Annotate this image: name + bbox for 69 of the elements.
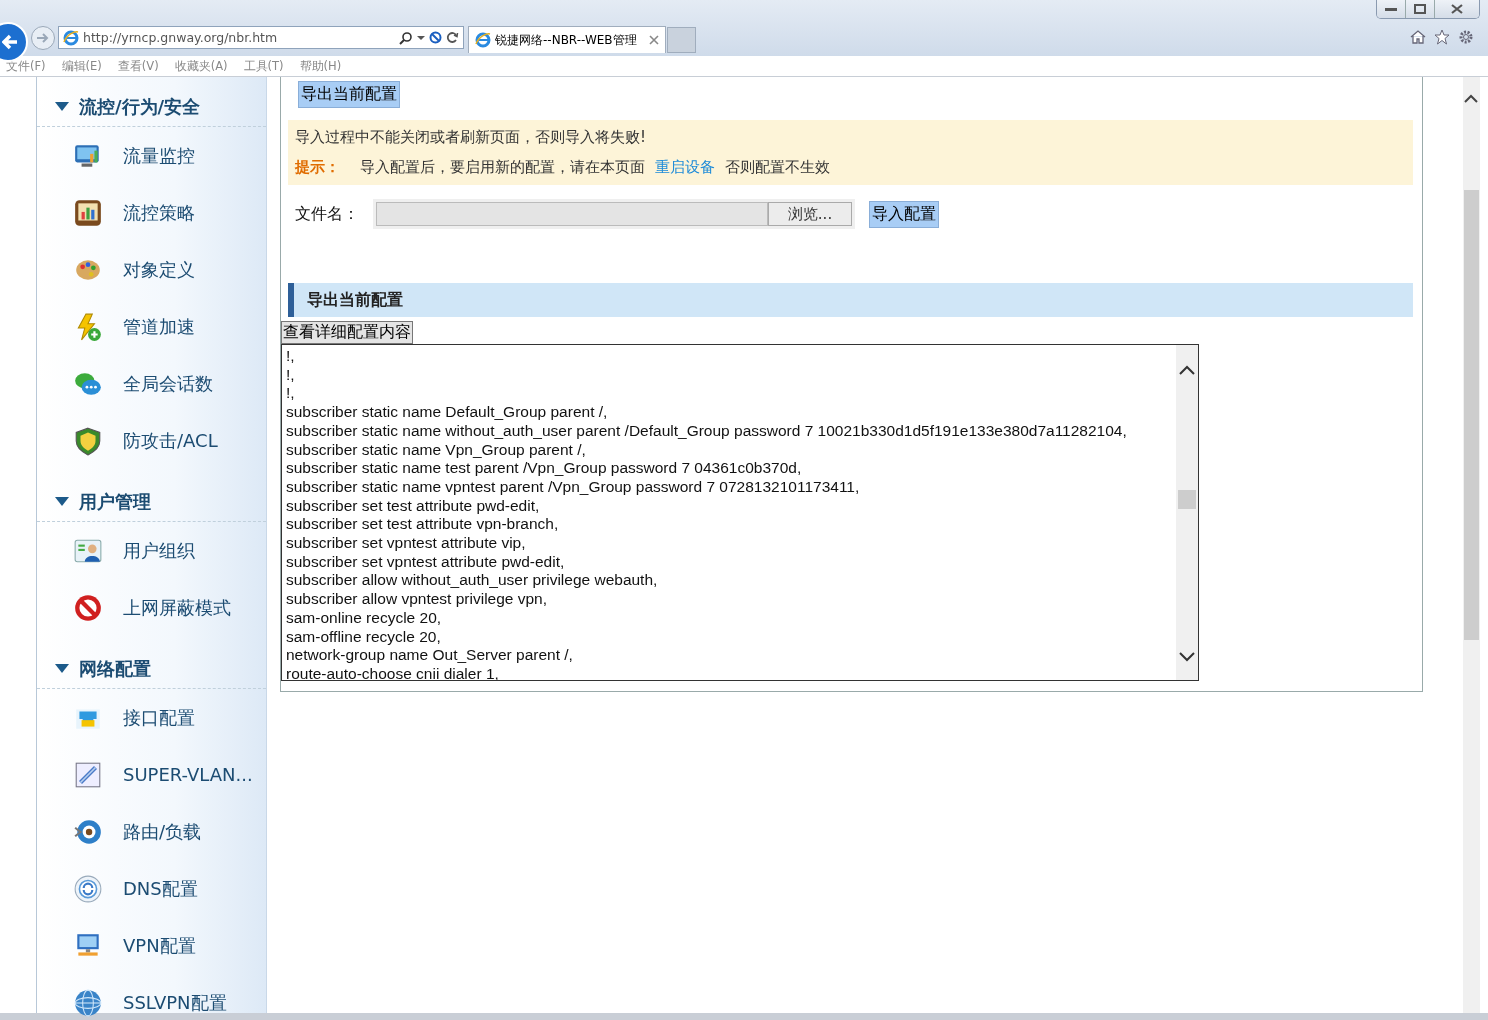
sidebar-item[interactable]: 流控策略 [37,184,266,241]
sidebar-item[interactable]: 全局会话数 [37,355,266,412]
menu-item[interactable]: 帮助(H) [299,58,350,74]
close-icon[interactable] [649,35,659,45]
sidebar-item[interactable]: DNS配置 [37,860,266,917]
menu-item[interactable]: 查看(V) [117,58,167,74]
chevron-up-icon[interactable] [1464,93,1478,103]
view-config-button[interactable]: 查看详细配置内容 [281,321,413,344]
import-config-button[interactable]: 导入配置 [869,200,939,228]
sidebar-group-header[interactable]: 用户管理 [37,482,266,522]
sidebar-item[interactable]: 防攻击/ACL [37,412,266,469]
sidebar-item[interactable]: SSLVPN配置 [37,974,266,1020]
address-bar[interactable]: http://yrncp.gnway.org/nbr.htm [58,26,464,49]
browser-tab[interactable]: 锐捷网络--NBR--WEB管理 [468,26,666,53]
sidebar-item[interactable]: VPN配置 [37,917,266,974]
config-text-area[interactable]: !, !, !, subscriber static name Default_Group parent /, subscriber static name without_auth_user parent /Default_Group password 7 10021b330d1d5f191e133e380d7a11282104, subscriber static name Vpn_Group parent /, subscriber static name test parent /Vpn_Group password 7 04361c0b370d, subscriber static name vpntest parent /Vpn_Group password 7 0728132101173411, subscriber set test attribute pwd-edit, subscriber set test attribute vpn-branch, subscriber set vpntest attribute vip, subscriber set vpntest attribute pwd-edit, subscriber allow without_auth_user privilege webauth, subscriber allow vpntest privilege vpn, sam-online recycle 20, sam-offline recycle 20, network-group name Out_Server parent /, route-auto-choose cnii dialer 1, [281,344,1199,681]
globe-icon [73,987,103,1018]
star-icon[interactable] [1434,29,1450,45]
back-arrow-icon [2,34,18,50]
refresh-icon[interactable] [446,31,459,44]
sidebar-group-header[interactable]: 网络配置 [37,649,266,689]
home-icon[interactable] [1410,29,1426,45]
address-text: http://yrncp.gnway.org/nbr.htm [83,30,279,45]
e-logo-icon [475,32,491,48]
chevron-down-icon[interactable] [1179,652,1195,662]
refresh-icon [73,873,103,904]
prohibited-icon [73,592,103,623]
sidebar-item[interactable]: 接口配置 [37,689,266,746]
hint-text: 否则配置不生效 [725,158,830,177]
stop-icon[interactable] [429,31,442,44]
maximize-button[interactable] [1405,0,1434,18]
sidebar-item[interactable]: 对象定义 [37,241,266,298]
menu-item[interactable]: 文件(F) [6,58,54,74]
scrollbar-thumb[interactable] [1464,190,1479,640]
settings-icon[interactable] [1458,29,1474,45]
close-icon [1451,4,1463,14]
export-config-button[interactable]: 导出当前配置 [298,81,400,108]
menu-item[interactable]: 收藏夹(A) [174,58,236,74]
browse-button[interactable]: 浏览... [768,202,852,226]
warning-text: 导入过程中不能关闭或者刷新页面，否则导入将失败! [295,128,647,147]
scrollbar[interactable] [1176,345,1198,680]
maximize-icon [1414,4,1426,14]
chevron-up-icon[interactable] [1179,365,1195,375]
sidebar-item[interactable]: SUPER-VLAN... [37,746,266,803]
back-button[interactable] [0,22,28,62]
dropdown-caret-icon[interactable] [417,34,425,41]
shield-icon [73,425,103,456]
page-scrollbar[interactable] [1463,77,1480,1013]
sidebar-item[interactable]: 流量监控 [37,127,266,184]
sidebar-item[interactable]: 上网屏蔽模式 [37,579,266,636]
hint-label: 提示： [295,158,340,177]
sidebar-item[interactable]: 用户组织 [37,522,266,579]
file-picker[interactable]: 浏览... [373,199,855,229]
minimize-icon [1385,6,1397,12]
minimize-button[interactable] [1377,0,1405,18]
sidebar-group-header[interactable]: 流控/行为/安全 [37,87,266,127]
hint-text: 导入配置后，要启用新的配置，请在本页面 [360,158,645,177]
close-button[interactable] [1434,0,1479,18]
section-title: 导出当前配置 [307,289,403,311]
scrollbar-thumb[interactable] [1178,490,1196,509]
file-name-label: 文件名： [295,203,359,225]
bar-chart-icon [73,197,103,228]
menu-item[interactable]: 编辑(E) [61,58,110,74]
menu-item[interactable]: 工具(T) [243,58,292,74]
e-logo-icon [63,29,79,46]
sidebar-item[interactable]: 管道加速 [37,298,266,355]
search-icon[interactable] [399,30,413,45]
restart-device-link[interactable]: 重启设备 [655,158,715,177]
sidebar-item[interactable]: 路由/负载 [37,803,266,860]
